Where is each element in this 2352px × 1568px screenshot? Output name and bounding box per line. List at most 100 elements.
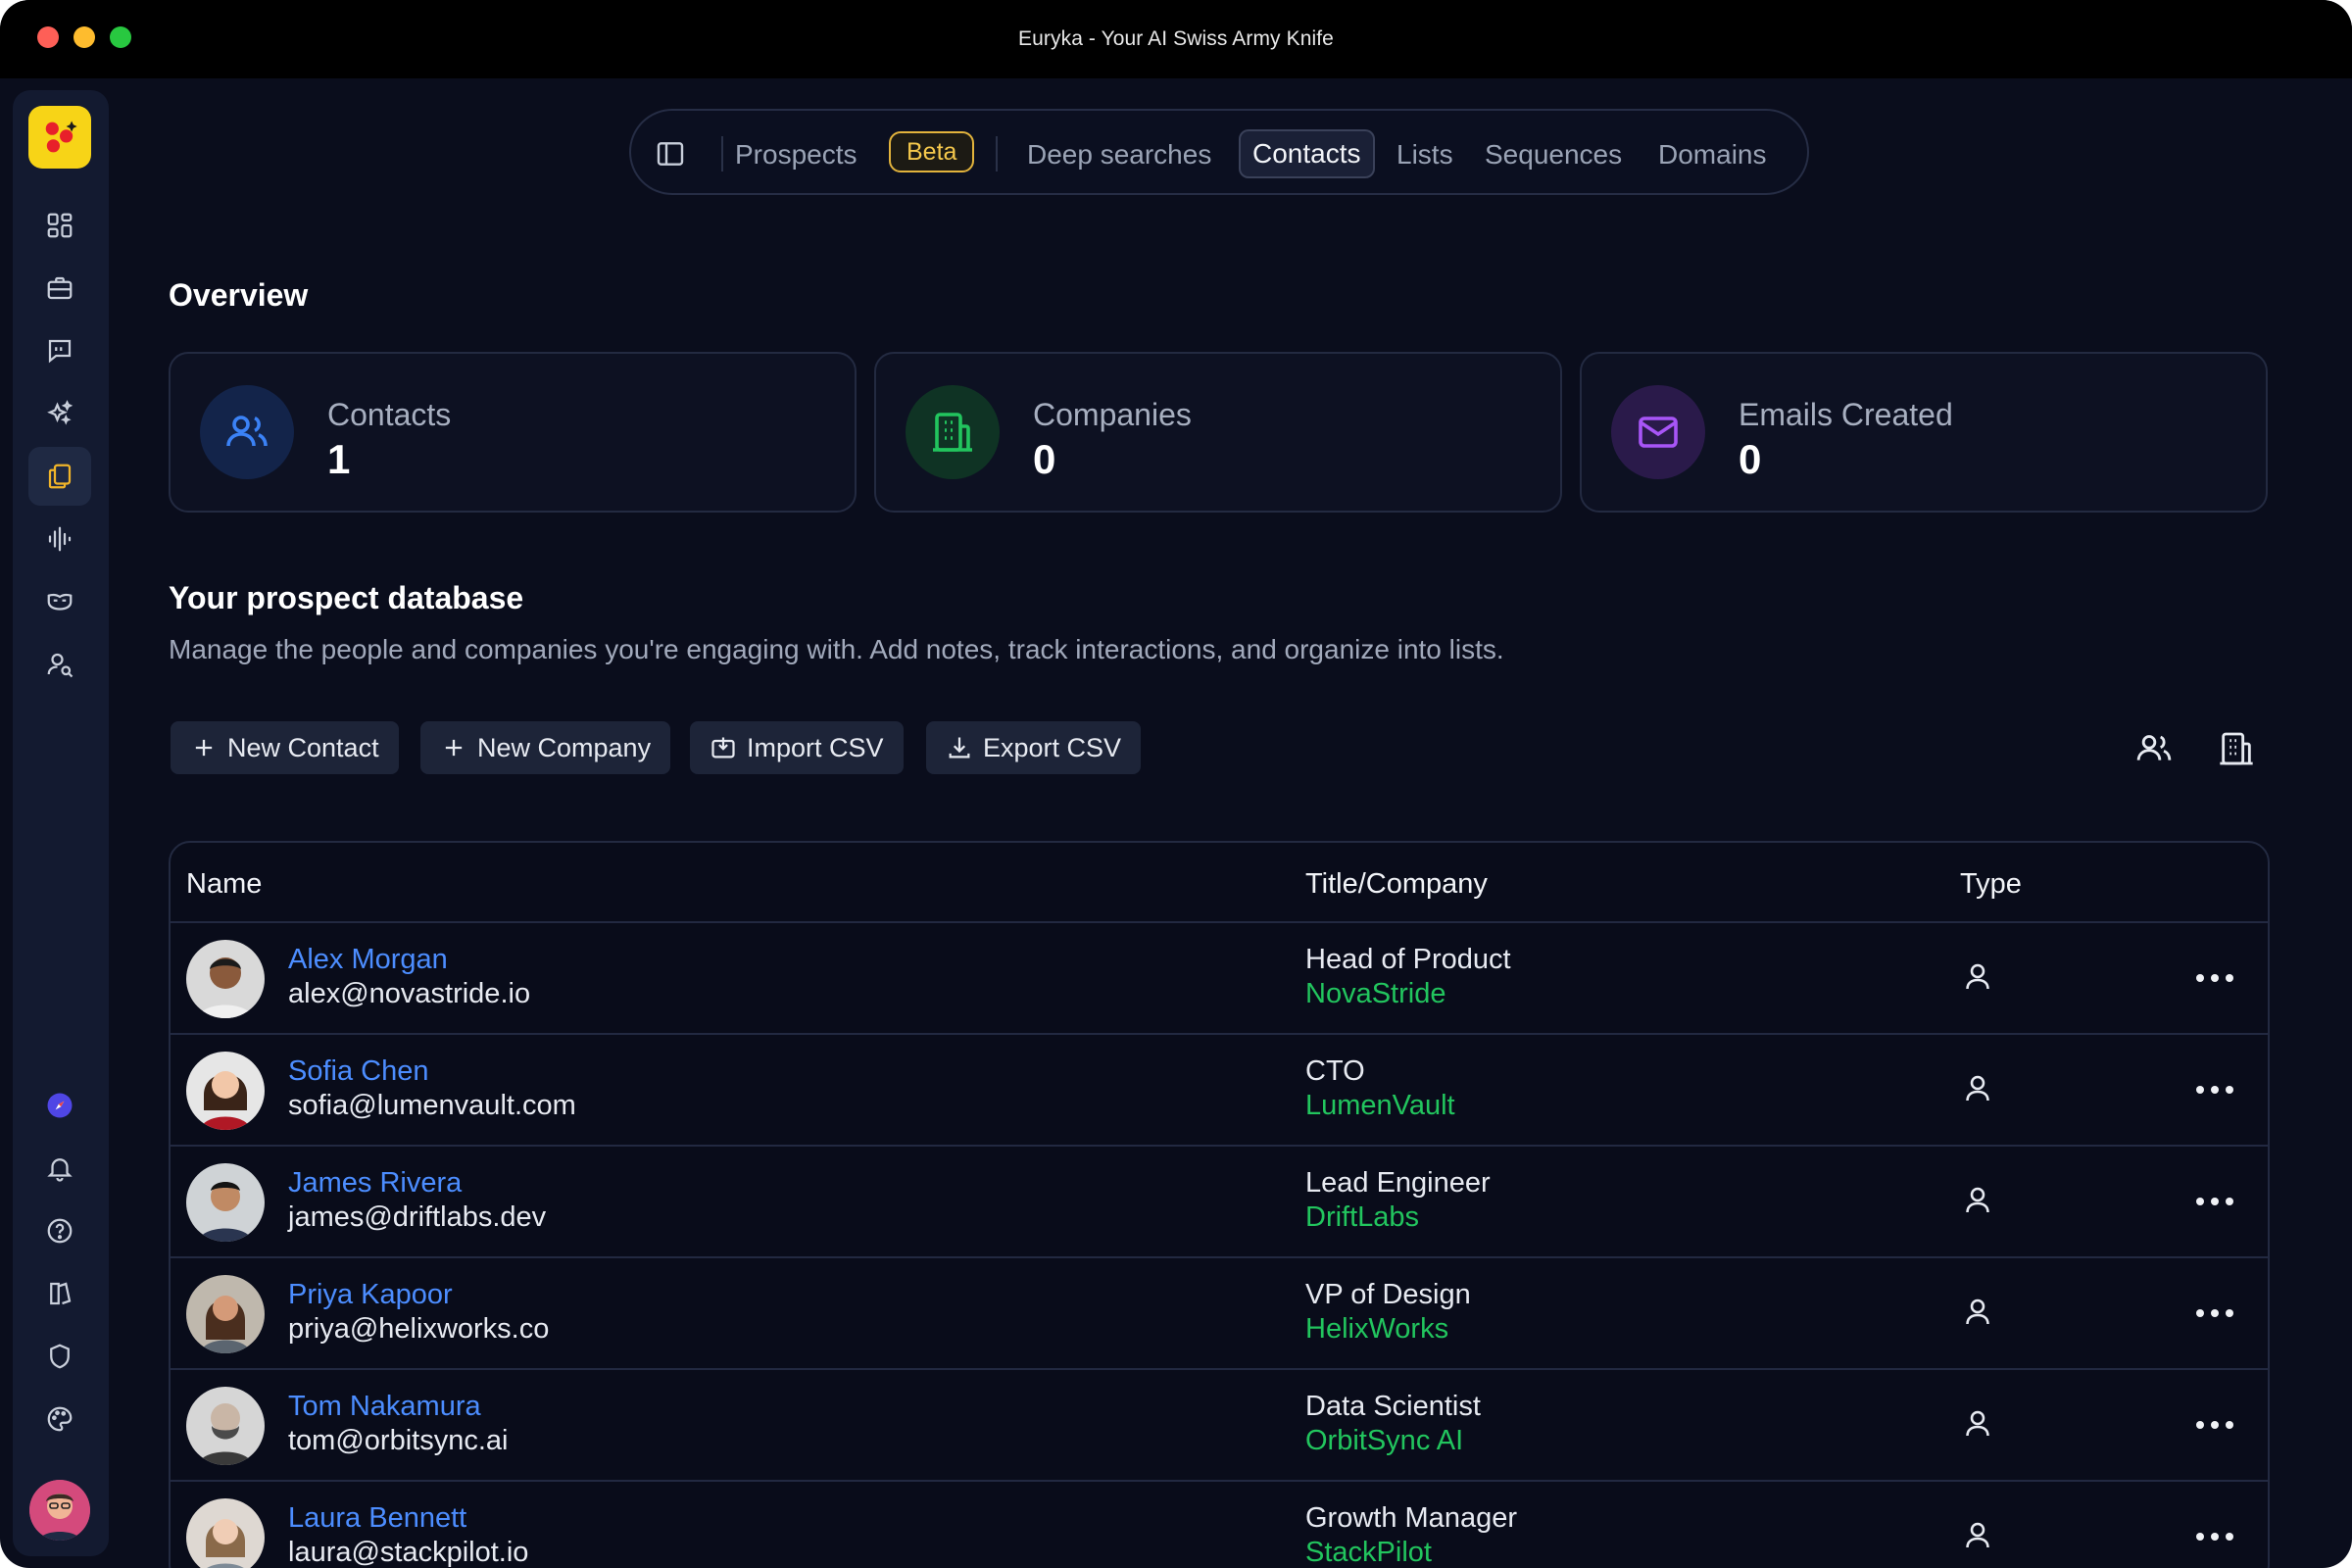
database-description: Manage the people and companies you're e… bbox=[169, 634, 1504, 664]
dashboard-icon bbox=[47, 213, 73, 238]
waveform-icon bbox=[48, 526, 72, 552]
app-logo[interactable] bbox=[28, 106, 91, 169]
stat-card-companies: Companies 0 bbox=[874, 352, 1562, 513]
maximize-window-button[interactable] bbox=[110, 26, 131, 48]
filter-companies-icon[interactable] bbox=[2217, 729, 2256, 768]
sidebar-item-ai[interactable] bbox=[28, 384, 91, 443]
table-row[interactable]: Tom Nakamura tom@orbitsync.ai Data Scien… bbox=[171, 1368, 2268, 1480]
contact-company-link[interactable]: NovaStride bbox=[1305, 978, 1446, 1010]
sidebar-item-theme[interactable] bbox=[28, 1390, 91, 1448]
table-row[interactable]: James Rivera james@driftlabs.dev Lead En… bbox=[171, 1145, 2268, 1256]
window-title: Euryka - Your AI Swiss Army Knife bbox=[1018, 27, 1334, 50]
person-type-icon bbox=[1966, 963, 1989, 990]
contact-company-link[interactable]: DriftLabs bbox=[1305, 1201, 1419, 1234]
more-icon bbox=[2196, 1533, 2233, 1541]
row-actions-button[interactable] bbox=[2191, 1184, 2238, 1219]
stat-icon-container bbox=[1611, 385, 1705, 479]
sidebar-item-prospects[interactable] bbox=[28, 447, 91, 506]
stat-value: 0 bbox=[1739, 436, 1762, 482]
table-row[interactable]: Priya Kapoor priya@helixworks.co VP of D… bbox=[171, 1256, 2268, 1368]
contact-name-link[interactable]: James Rivera bbox=[288, 1167, 462, 1200]
table-row[interactable]: Alex Morgan alex@novastride.io Head of P… bbox=[171, 921, 2268, 1033]
contact-company-link[interactable]: OrbitSync AI bbox=[1305, 1425, 1463, 1457]
tab-prospects[interactable]: Prospects bbox=[735, 132, 858, 177]
building-icon bbox=[933, 413, 972, 452]
sidebar-item-persona[interactable] bbox=[28, 572, 91, 631]
filter-contacts-icon[interactable] bbox=[2134, 729, 2174, 768]
nav-divider bbox=[996, 136, 998, 172]
bell-icon bbox=[47, 1158, 73, 1182]
palette-icon bbox=[47, 1406, 73, 1432]
row-actions-button[interactable] bbox=[2191, 1407, 2238, 1443]
contact-name-link[interactable]: Sofia Chen bbox=[288, 1055, 429, 1088]
help-icon bbox=[47, 1218, 73, 1244]
tab-lists[interactable]: Lists bbox=[1396, 132, 1453, 177]
toggle-sidebar-icon[interactable] bbox=[655, 138, 686, 170]
sidebar-item-dashboard[interactable] bbox=[28, 196, 91, 255]
export-csv-button[interactable]: Export CSV bbox=[926, 721, 1142, 774]
person-type-icon bbox=[1966, 1410, 1989, 1437]
avatar-image bbox=[186, 940, 265, 1018]
tab-contacts[interactable]: Contacts bbox=[1239, 129, 1375, 178]
person-type-icon bbox=[1966, 1187, 1989, 1213]
user-avatar[interactable] bbox=[29, 1480, 90, 1541]
close-window-button[interactable] bbox=[37, 26, 59, 48]
table-row[interactable]: Laura Bennett laura@stackpilot.io Growth… bbox=[171, 1480, 2268, 1568]
briefcase-icon bbox=[47, 276, 73, 300]
new-company-button[interactable]: New Company bbox=[420, 721, 671, 774]
contact-company-link[interactable]: LumenVault bbox=[1305, 1090, 1455, 1122]
contact-avatar bbox=[186, 1275, 265, 1353]
table-row[interactable]: Sofia Chen sofia@lumenvault.com CTO Lume… bbox=[171, 1033, 2268, 1145]
contact-name-link[interactable]: Tom Nakamura bbox=[288, 1391, 481, 1423]
contact-title: Lead Engineer bbox=[1305, 1167, 1491, 1199]
sidebar-item-security[interactable] bbox=[28, 1327, 91, 1386]
tab-sequences[interactable]: Sequences bbox=[1485, 132, 1622, 177]
shield-icon bbox=[50, 1344, 70, 1369]
contact-company-link[interactable]: StackPilot bbox=[1305, 1537, 1432, 1568]
tab-deep-searches[interactable]: Deep searches bbox=[1027, 132, 1211, 177]
contact-company-link[interactable]: HelixWorks bbox=[1305, 1313, 1448, 1346]
sidebar-item-chat[interactable] bbox=[28, 321, 91, 380]
stat-icon-container bbox=[906, 385, 1000, 479]
row-actions-button[interactable] bbox=[2191, 1072, 2238, 1107]
user-avatar-image bbox=[29, 1480, 90, 1541]
minimize-window-button[interactable] bbox=[74, 26, 95, 48]
contact-name-link[interactable]: Laura Bennett bbox=[288, 1502, 466, 1535]
users-icon bbox=[226, 416, 268, 447]
avatar-image bbox=[186, 1387, 265, 1465]
sidebar-item-people-search[interactable] bbox=[28, 635, 91, 694]
sidebar-item-notifications[interactable] bbox=[28, 1139, 91, 1198]
logo-icon bbox=[45, 121, 77, 153]
sidebar-item-help[interactable] bbox=[28, 1201, 91, 1260]
row-actions-button[interactable] bbox=[2191, 1519, 2238, 1554]
row-actions-button[interactable] bbox=[2191, 960, 2238, 996]
contact-email: sofia@lumenvault.com bbox=[288, 1090, 576, 1121]
plus-icon bbox=[445, 739, 463, 757]
contact-title: Head of Product bbox=[1305, 944, 1511, 975]
more-icon bbox=[2196, 1198, 2233, 1205]
sidebar-item-docs[interactable] bbox=[28, 1264, 91, 1323]
import-csv-button[interactable]: Import CSV bbox=[690, 721, 904, 774]
new-contact-button[interactable]: New Contact bbox=[171, 721, 399, 774]
avatar-image bbox=[186, 1163, 265, 1242]
contact-avatar bbox=[186, 1163, 265, 1242]
tab-domains[interactable]: Domains bbox=[1658, 132, 1766, 177]
contact-name-link[interactable]: Alex Morgan bbox=[288, 944, 448, 976]
person-type-icon bbox=[1966, 1298, 1989, 1325]
sidebar-item-audio[interactable] bbox=[28, 510, 91, 568]
contact-name-link[interactable]: Priya Kapoor bbox=[288, 1279, 453, 1311]
column-header-name[interactable]: Name bbox=[186, 868, 262, 901]
row-actions-button[interactable] bbox=[2191, 1296, 2238, 1331]
sparkles-icon bbox=[47, 400, 74, 425]
contact-title: Data Scientist bbox=[1305, 1391, 1481, 1422]
person-type-icon bbox=[1966, 1075, 1989, 1102]
download-icon bbox=[949, 737, 970, 759]
more-icon bbox=[2196, 1421, 2233, 1429]
column-header-type[interactable]: Type bbox=[1960, 868, 2022, 901]
sidebar-item-briefcase[interactable] bbox=[28, 259, 91, 318]
export-csv-label: Export CSV bbox=[983, 732, 1122, 762]
contact-title: VP of Design bbox=[1305, 1279, 1471, 1310]
column-header-title-company[interactable]: Title/Company bbox=[1305, 868, 1488, 901]
contact-avatar bbox=[186, 940, 265, 1018]
sidebar-item-explore[interactable] bbox=[28, 1076, 91, 1135]
